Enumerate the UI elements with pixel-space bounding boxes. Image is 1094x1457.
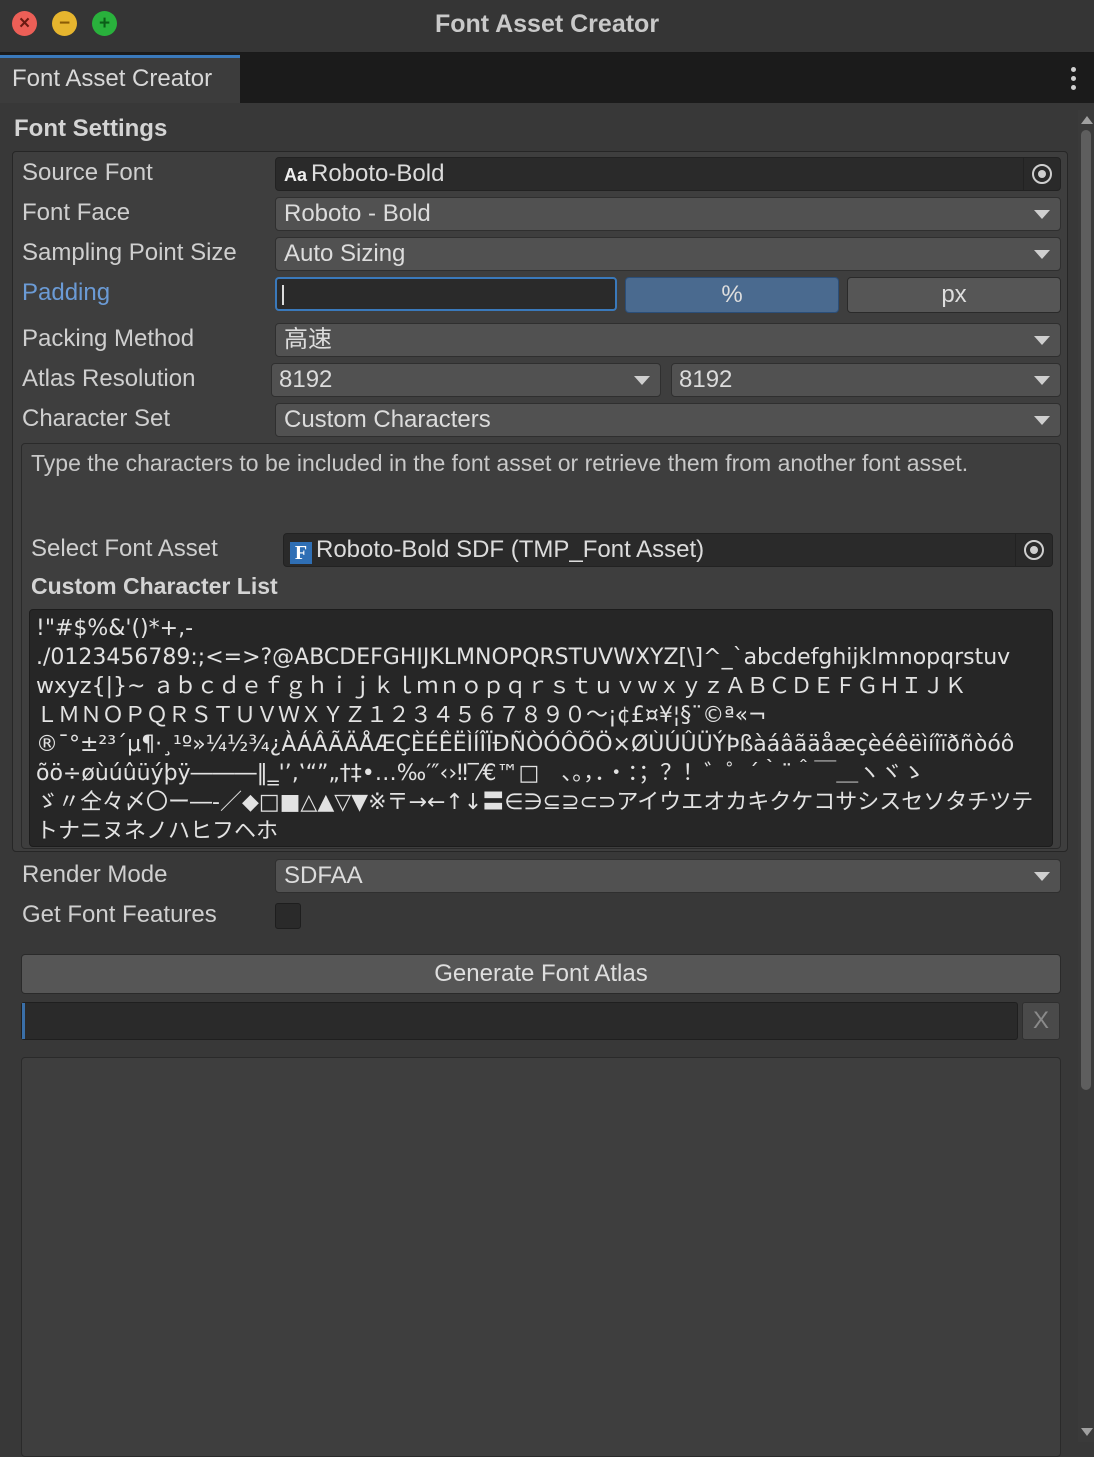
tab-font-asset-creator[interactable]: Font Asset Creator — [0, 55, 240, 103]
progress-fill — [22, 1003, 25, 1039]
font-face-dropdown[interactable]: Roboto - Bold — [275, 197, 1061, 231]
select-font-asset-value: Roboto-Bold SDF (TMP_Font Asset) — [316, 536, 705, 563]
sampling-point-size-dropdown[interactable]: Auto Sizing — [275, 237, 1061, 271]
render-mode-label: Render Mode — [22, 861, 168, 888]
font-asset-f-icon: F — [290, 542, 312, 564]
select-font-asset-label: Select Font Asset — [31, 535, 218, 562]
chevron-down-icon — [1034, 250, 1050, 259]
object-picker-icon[interactable] — [1015, 534, 1052, 566]
generate-font-atlas-button[interactable]: Generate Font Atlas — [21, 954, 1061, 994]
get-font-features-label: Get Font Features — [22, 901, 217, 928]
render-mode-value: SDFAA — [284, 862, 363, 889]
text-caret — [282, 285, 284, 305]
character-set-dropdown[interactable]: Custom Characters — [275, 403, 1061, 437]
title-bar: × − + Font Asset Creator — [0, 0, 1094, 53]
help-text: Type the characters to be included in th… — [31, 450, 969, 476]
packing-method-value: 高速 — [284, 326, 332, 353]
source-font-label: Source Font — [22, 159, 153, 186]
source-font-value: Roboto-Bold — [311, 160, 445, 187]
padding-unit-px-button[interactable]: px — [847, 277, 1061, 313]
font-face-value: Roboto - Bold — [284, 200, 431, 227]
scrollbar-thumb[interactable] — [1081, 130, 1091, 1090]
padding-input[interactable] — [275, 277, 617, 311]
padding-label: Padding — [22, 279, 111, 306]
render-mode-dropdown[interactable]: SDFAA — [275, 859, 1061, 893]
character-set-label: Character Set — [22, 405, 171, 432]
atlas-resolution-label: Atlas Resolution — [22, 365, 196, 392]
generation-progress-bar — [21, 1002, 1018, 1040]
atlas-width-value: 8192 — [279, 366, 333, 393]
atlas-height-value: 8192 — [679, 366, 733, 393]
sampling-point-size-value: Auto Sizing — [284, 240, 406, 267]
font-face-label: Font Face — [22, 199, 131, 226]
chevron-down-icon — [1034, 376, 1050, 385]
scroll-down-icon[interactable] — [1081, 1428, 1093, 1436]
get-font-features-checkbox[interactable] — [275, 903, 301, 929]
font-aa-icon: Aa — [284, 165, 308, 185]
scroll-up-icon[interactable] — [1081, 116, 1093, 124]
vertical-scrollbar[interactable] — [1078, 110, 1094, 1442]
padding-unit-percent-button[interactable]: % — [625, 277, 839, 313]
chevron-down-icon — [1034, 210, 1050, 219]
atlas-height-dropdown[interactable]: 8192 — [671, 363, 1061, 397]
character-set-value: Custom Characters — [284, 406, 491, 433]
tab-bar: Font Asset Creator — [0, 53, 1094, 103]
section-title-font-settings: Font Settings — [14, 115, 168, 142]
source-font-field[interactable]: Aa Roboto-Bold — [275, 157, 1061, 191]
atlas-width-dropdown[interactable]: 8192 — [271, 363, 661, 397]
window-title: Font Asset Creator — [434, 10, 660, 38]
atlas-preview-area — [21, 1057, 1061, 1457]
chevron-down-icon — [1034, 872, 1050, 881]
custom-character-list-label: Custom Character List — [31, 573, 278, 599]
cancel-generation-button[interactable]: X — [1022, 1002, 1060, 1040]
packing-method-dropdown[interactable]: 高速 — [275, 323, 1061, 357]
custom-character-list-textarea[interactable]: !"#$%&'()*+,- ./0123456789:;<=>?@ABCDEFG… — [29, 609, 1053, 847]
chevron-down-icon — [634, 376, 650, 385]
select-font-asset-field[interactable]: F Roboto-Bold SDF (TMP_Font Asset) — [283, 533, 1053, 567]
object-picker-icon[interactable] — [1023, 158, 1060, 190]
chevron-down-icon — [1034, 336, 1050, 345]
more-options-icon[interactable] — [1068, 63, 1078, 93]
packing-method-label: Packing Method — [22, 325, 195, 352]
sampling-point-size-label: Sampling Point Size — [22, 239, 237, 266]
chevron-down-icon — [1034, 416, 1050, 425]
